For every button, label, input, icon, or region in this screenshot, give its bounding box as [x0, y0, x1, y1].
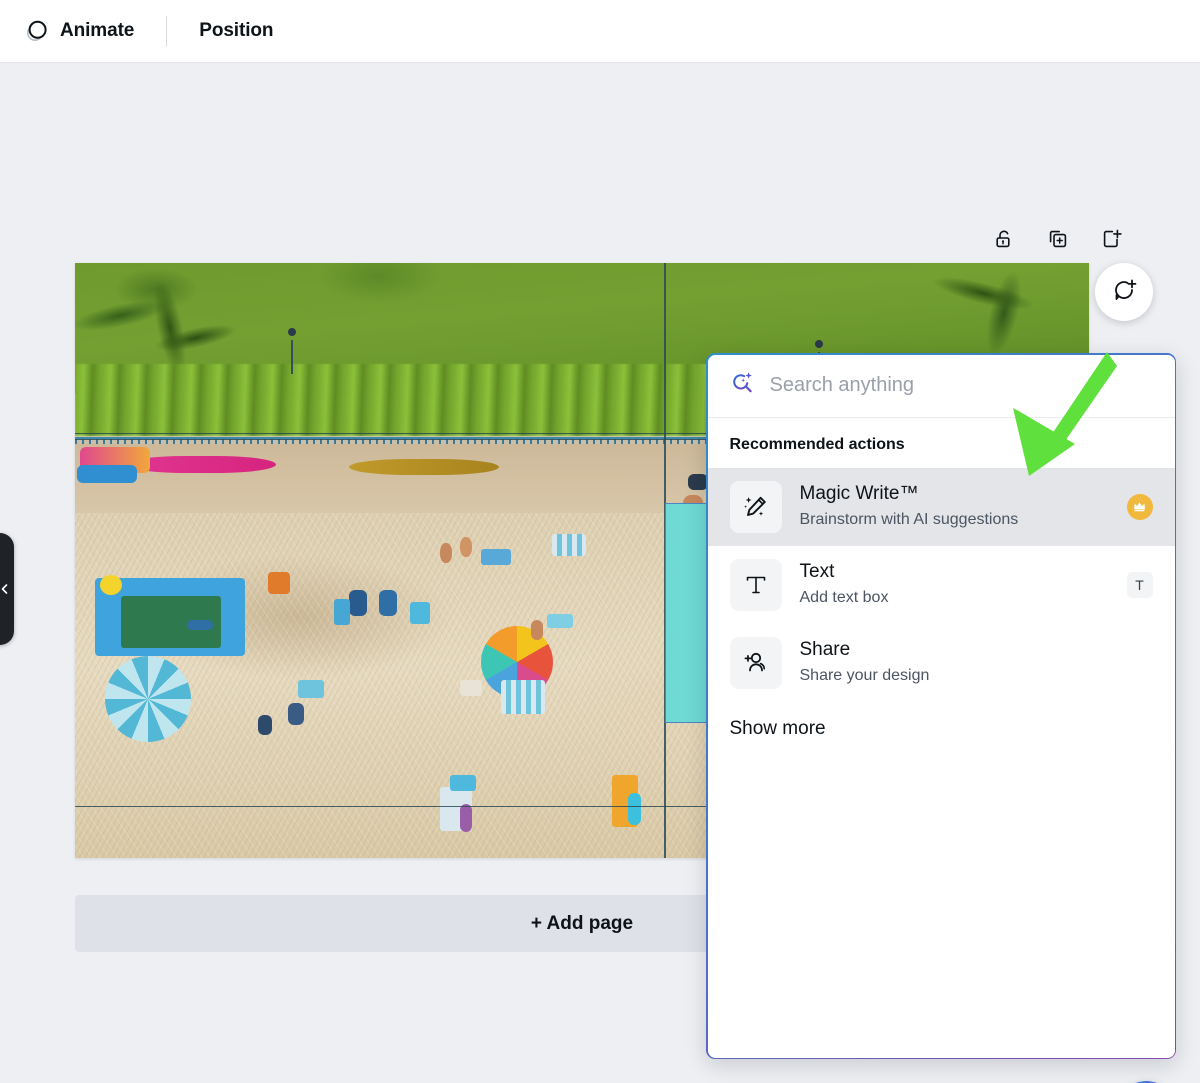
magic-pencil-icon	[729, 480, 782, 533]
chevron-left-icon	[0, 583, 11, 595]
action-row-share[interactable]: Share Share your design	[708, 624, 1175, 702]
add-page-button[interactable]	[1093, 220, 1131, 258]
pro-crown-badge	[1126, 493, 1153, 520]
page-tools	[985, 220, 1131, 258]
search-input[interactable]	[769, 374, 1155, 397]
add-page-icon	[1101, 228, 1123, 250]
add-comment-button[interactable]	[1095, 263, 1153, 321]
canvas-area: t Brie + Add page	[0, 63, 1200, 1083]
animate-button[interactable]: Animate	[14, 11, 144, 51]
duplicate-icon	[1047, 228, 1069, 250]
magic-search-icon	[728, 369, 756, 402]
action-title: Share	[799, 639, 851, 661]
action-title: Text	[799, 561, 835, 583]
action-subtitle: Add text box	[799, 589, 889, 607]
toolbar-divider	[166, 16, 168, 46]
sidebar-collapse-handle[interactable]	[0, 533, 14, 645]
recommended-actions-heading: Recommended actions	[729, 435, 905, 453]
top-toolbar: Animate Position	[0, 0, 1200, 63]
show-more-button[interactable]: Show more	[708, 702, 848, 750]
search-actions-panel: Recommended actions Magic Write™	[706, 353, 1176, 1059]
action-subtitle: Brainstorm with AI suggestions	[799, 511, 1019, 529]
add-comment-icon	[1110, 276, 1138, 309]
text-t-icon	[729, 558, 782, 611]
position-label: Position	[199, 20, 274, 41]
animate-circles-icon	[24, 18, 50, 44]
search-bar[interactable]	[707, 355, 1175, 418]
keyboard-shortcut-badge: T	[1126, 571, 1153, 598]
add-page-label: + Add page	[530, 912, 634, 934]
duplicate-page-button[interactable]	[1039, 220, 1077, 258]
action-title: Magic Write™	[799, 483, 919, 505]
lock-toggle-button[interactable]	[985, 220, 1023, 258]
position-button[interactable]: Position	[189, 11, 283, 51]
action-row-magic-write[interactable]: Magic Write™ Brainstorm with AI suggesti…	[707, 467, 1175, 546]
canva-editor-screen: Animate Position + Add page Search anyth…	[0, 0, 1200, 1083]
action-subtitle: Share your design	[799, 667, 930, 685]
share-person-icon	[729, 636, 782, 689]
animate-label: Animate	[60, 20, 135, 41]
unlock-icon	[993, 228, 1015, 250]
action-row-text[interactable]: Text Add text box T	[708, 546, 1175, 624]
